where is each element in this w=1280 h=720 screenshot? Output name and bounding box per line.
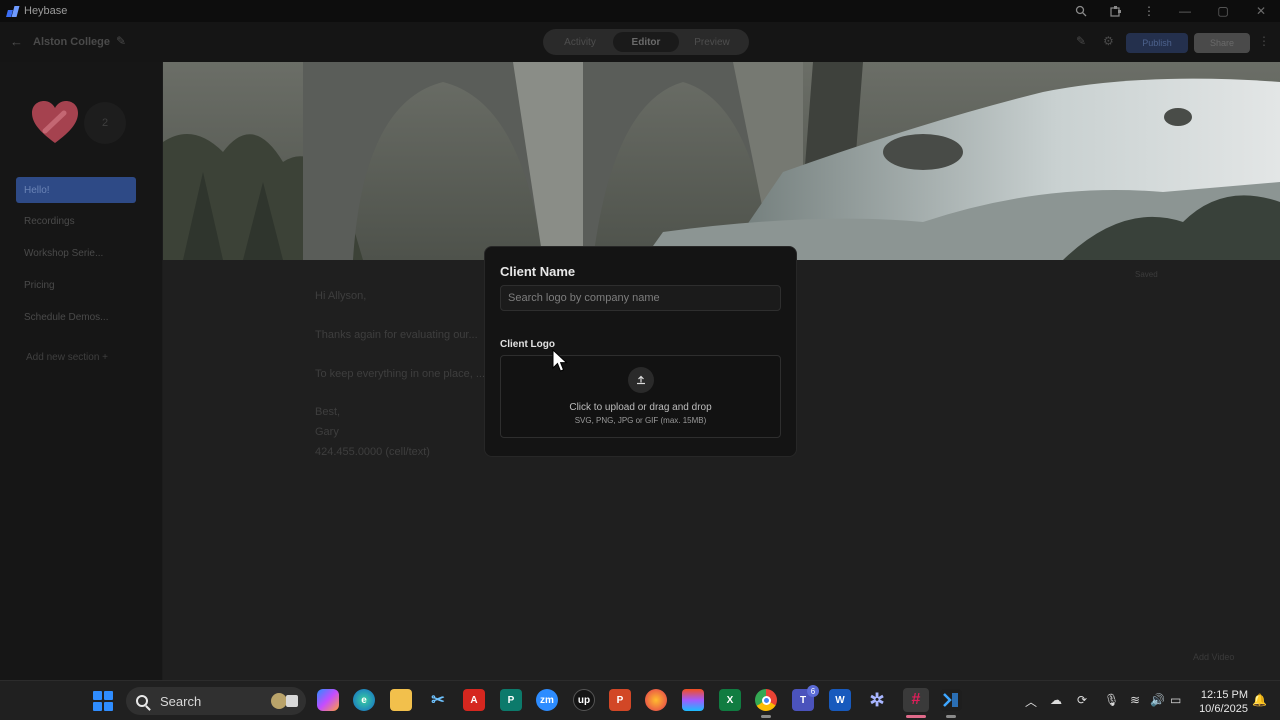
company-search-input[interactable] bbox=[500, 285, 781, 311]
title-bar: Heybase ⋮ — ▢ ✕ bbox=[0, 0, 1280, 22]
vscode-terminal-icon[interactable] bbox=[940, 689, 962, 711]
letter-signature: Gary bbox=[315, 426, 339, 438]
teams-badge: 6 bbox=[807, 685, 819, 697]
minimize-button[interactable]: — bbox=[1166, 0, 1204, 22]
wifi-icon[interactable]: ≋ bbox=[1130, 693, 1140, 707]
file-explorer-icon[interactable] bbox=[390, 689, 412, 711]
system-clock[interactable]: 12:15 PM 10/6/2025 bbox=[1192, 688, 1248, 716]
modal-title: Client Name bbox=[500, 264, 576, 279]
edit-name-pencil-icon[interactable]: ✎ bbox=[116, 34, 126, 48]
publish-button[interactable]: Publish bbox=[1126, 33, 1188, 53]
app-window: Heybase ⋮ — ▢ ✕ ← Alston College ✎ Activ… bbox=[0, 0, 1280, 720]
letter-line-1: Thanks again for evaluating our... bbox=[315, 329, 478, 341]
sidebar-item-pricing[interactable]: Pricing bbox=[16, 272, 136, 298]
letter-signoff: Best, bbox=[315, 406, 341, 418]
logo-upload-dropzone[interactable]: Click to upload or drag and drop SVG, PN… bbox=[500, 355, 781, 438]
app-name: Heybase bbox=[24, 5, 68, 17]
sidebar-item-schedule-demos[interactable]: Schedule Demos... bbox=[16, 304, 136, 330]
excel-icon[interactable]: X bbox=[719, 689, 741, 711]
letter-phone: 424.455.0000 (cell/text) bbox=[315, 446, 430, 458]
sync-icon[interactable]: ⟳ bbox=[1077, 693, 1087, 707]
upload-file-types: SVG, PNG, JPG or GIF (max. 15MB) bbox=[574, 416, 707, 425]
powerpoint-icon[interactable]: P bbox=[609, 689, 631, 711]
battery-icon[interactable]: ▭ bbox=[1170, 693, 1181, 707]
upload-instruction: Click to upload or drag and drop bbox=[569, 402, 712, 413]
slack-glyph: # bbox=[911, 691, 921, 708]
word-icon[interactable]: W bbox=[829, 689, 851, 711]
sidebar-item-workshop[interactable]: Workshop Serie... bbox=[16, 240, 136, 266]
taskbar-search-label: Search bbox=[160, 693, 202, 709]
vscode-running-indicator bbox=[946, 715, 956, 718]
tab-preview[interactable]: Preview bbox=[679, 32, 745, 52]
edge-icon[interactable]: e bbox=[353, 689, 375, 711]
taskbar-search[interactable]: Search bbox=[126, 687, 306, 715]
volume-icon[interactable]: 🔊 bbox=[1150, 693, 1165, 707]
client-logo-label: Client Logo bbox=[500, 339, 555, 350]
heybase-logo-icon bbox=[6, 4, 20, 18]
letter-greeting: Hi Allyson, bbox=[315, 290, 367, 302]
tab-editor[interactable]: Editor bbox=[613, 32, 679, 52]
site-name: Alston College bbox=[33, 36, 111, 48]
mouse-cursor-icon bbox=[552, 349, 568, 372]
zoom-icon[interactable]: zm bbox=[536, 689, 558, 711]
start-button[interactable] bbox=[93, 691, 113, 711]
extensions-icon[interactable] bbox=[1098, 0, 1132, 22]
sections-sidebar: 2 Hello! Recordings Workshop Serie... Pr… bbox=[0, 62, 162, 680]
close-button[interactable]: ✕ bbox=[1242, 0, 1280, 22]
hero-image bbox=[163, 62, 1280, 260]
slack-icon[interactable]: # bbox=[903, 688, 929, 712]
client-modal: Client Name Client Logo Click to upload … bbox=[484, 246, 797, 457]
heart-logo-icon bbox=[32, 101, 78, 143]
header-more-icon[interactable]: ⋮ bbox=[1258, 34, 1270, 48]
pen-tool-icon[interactable]: ✎ bbox=[1076, 34, 1086, 48]
chrome-running-indicator bbox=[761, 715, 771, 718]
acrobat-icon[interactable]: A bbox=[463, 689, 485, 711]
clock-date: 10/6/2025 bbox=[1199, 703, 1248, 715]
share-button[interactable]: Share bbox=[1194, 33, 1250, 53]
show-hidden-icons-chevron-icon[interactable]: ︿ bbox=[1025, 693, 1037, 710]
teams-icon[interactable]: T 6 bbox=[792, 685, 819, 711]
back-arrow-icon[interactable]: ← bbox=[10, 34, 23, 49]
microphone-icon[interactable]: 🎙 bbox=[1104, 693, 1119, 707]
search-highlight-icon bbox=[271, 693, 298, 709]
maximize-button[interactable]: ▢ bbox=[1204, 0, 1242, 22]
search-icon bbox=[136, 695, 148, 707]
avatar-count[interactable]: 2 bbox=[84, 102, 126, 144]
sidebar-item-hello[interactable]: Hello! bbox=[16, 177, 136, 203]
snipping-tool-icon[interactable]: ✂ bbox=[427, 689, 449, 711]
editor-header: ← Alston College ✎ Activity Editor Previ… bbox=[0, 22, 1280, 62]
more-options-icon[interactable]: ⋮ bbox=[1132, 0, 1166, 22]
settings-gear-icon[interactable]: ✲ bbox=[866, 689, 888, 711]
settings-icon[interactable]: ⚙ bbox=[1103, 34, 1114, 48]
clock-time: 12:15 PM bbox=[1200, 689, 1248, 701]
zoom-search-icon[interactable] bbox=[1064, 0, 1098, 22]
teams-glyph: T bbox=[799, 694, 807, 706]
sidebar-item-recordings[interactable]: Recordings bbox=[16, 208, 136, 234]
figma-icon[interactable] bbox=[682, 689, 704, 711]
add-video-button[interactable]: Add Video bbox=[1193, 652, 1263, 668]
upload-icon[interactable] bbox=[628, 367, 654, 393]
view-tabs: Activity Editor Preview bbox=[543, 29, 749, 55]
upwork-icon[interactable]: up bbox=[573, 689, 595, 711]
firefox-icon[interactable] bbox=[645, 689, 667, 711]
windows-taskbar: Search e ✂ A P zm up P X T 6 W ✲ # ︿ ☁ ⟳… bbox=[0, 680, 1280, 720]
slack-active-indicator bbox=[906, 715, 926, 718]
add-section-link[interactable]: Add new section + bbox=[26, 352, 108, 363]
chrome-icon[interactable] bbox=[755, 689, 777, 711]
onedrive-cloud-icon[interactable]: ☁ bbox=[1050, 693, 1062, 707]
copilot-icon[interactable] bbox=[317, 689, 339, 711]
tab-activity[interactable]: Activity bbox=[547, 32, 613, 52]
saved-status: Saved bbox=[1135, 270, 1158, 279]
publisher-icon[interactable]: P bbox=[500, 689, 522, 711]
notifications-bell-icon[interactable]: 🔔 bbox=[1252, 693, 1267, 707]
